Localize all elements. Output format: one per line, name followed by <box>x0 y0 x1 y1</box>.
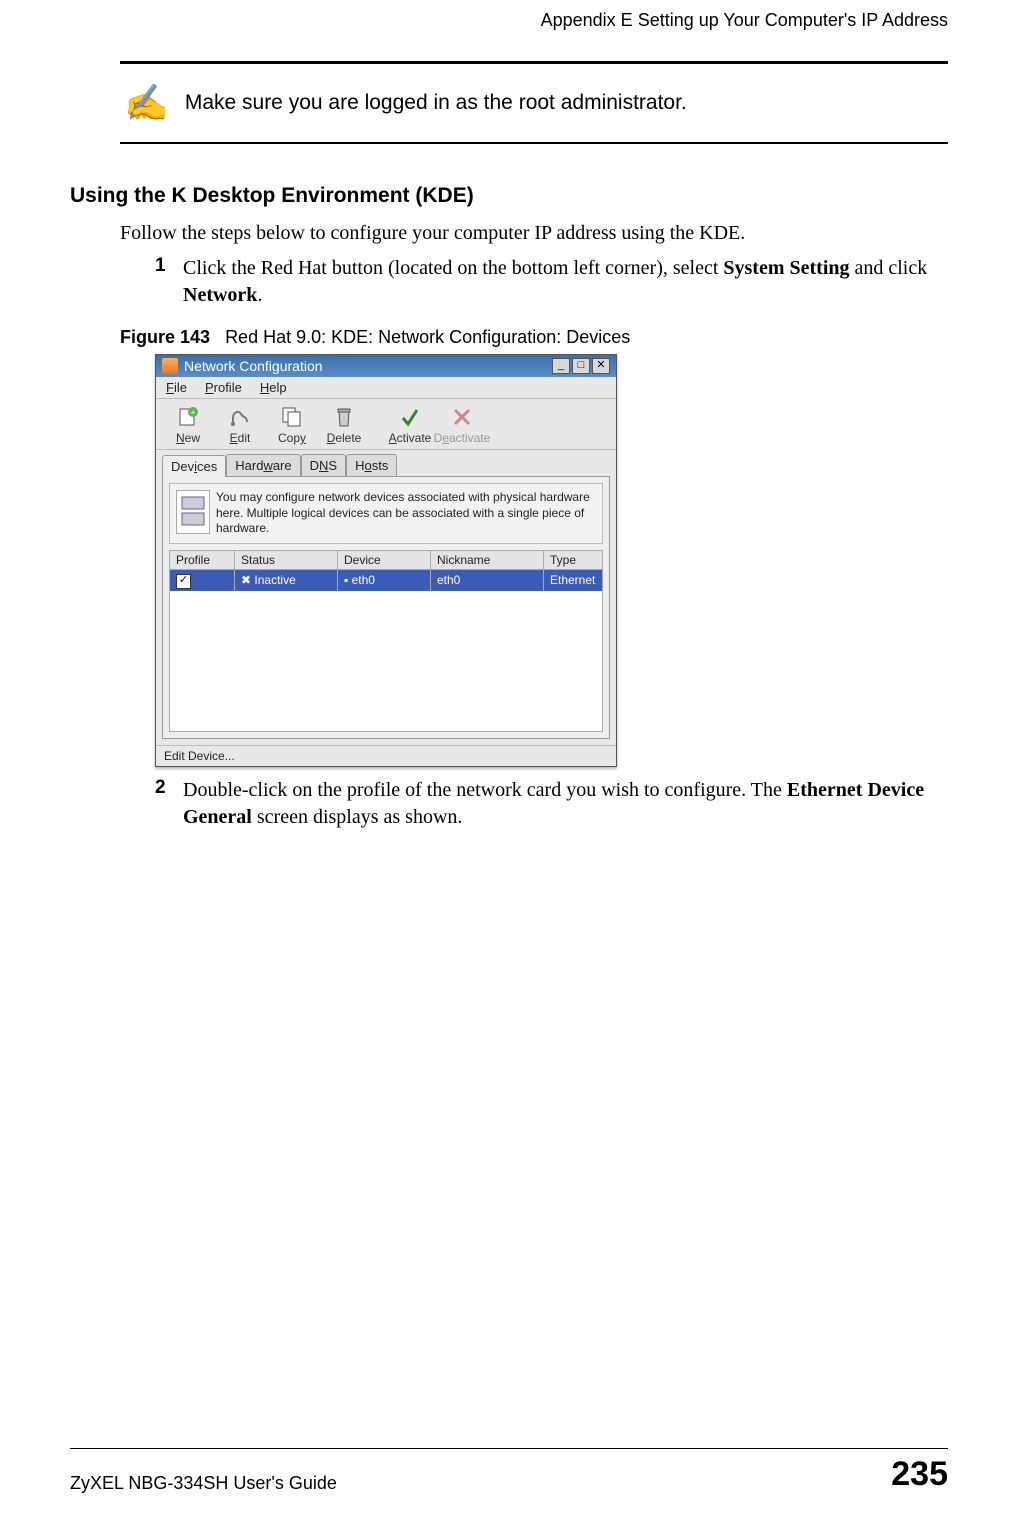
toolbar-delete[interactable]: Delete <box>318 403 370 447</box>
tab-dns[interactable]: DNS <box>301 454 346 476</box>
deactivate-icon <box>449 405 475 429</box>
statusbar: Edit Device... <box>156 745 616 766</box>
toolbar-activate[interactable]: Activate <box>384 403 436 447</box>
window-titlebar[interactable]: Network Configuration _ □ ✕ <box>156 355 616 377</box>
toolbar: + New Edit Copy Delete <box>156 399 616 450</box>
col-profile[interactable]: Profile <box>170 550 235 569</box>
step-1: 1 Click the Red Hat button (located on t… <box>155 255 948 309</box>
footer-guide-name: ZyXEL NBG-334SH User's Guide <box>70 1473 337 1494</box>
text: . <box>257 284 262 306</box>
figure-label: Figure 143 <box>120 327 210 347</box>
tab-panel-devices: You may configure network devices associ… <box>162 476 610 739</box>
col-status[interactable]: Status <box>235 550 338 569</box>
step-number: 1 <box>155 255 183 309</box>
device-table: Profile Status Device Nickname Type ✓ ✖ … <box>169 550 603 591</box>
window-title: Network Configuration <box>184 358 552 374</box>
delete-icon <box>331 405 357 429</box>
step-2-body: Double-click on the profile of the netwo… <box>183 777 948 831</box>
col-nickname[interactable]: Nickname <box>431 550 544 569</box>
toolbar-new[interactable]: + New <box>162 403 214 447</box>
menubar: File Profile Help <box>156 377 616 399</box>
figure-caption-text: Red Hat 9.0: KDE: Network Configuration:… <box>225 327 630 347</box>
note-text: Make sure you are logged in as the root … <box>185 91 687 115</box>
text: and click <box>850 257 928 279</box>
toolbar-copy[interactable]: Copy <box>266 403 318 447</box>
note-block: ✍ Make sure you are logged in as the roo… <box>120 61 948 144</box>
tab-hardware[interactable]: Hardware <box>226 454 300 476</box>
menu-profile[interactable]: Profile <box>205 380 242 395</box>
menu-file[interactable]: File <box>166 380 187 395</box>
step-2: 2 Double-click on the profile of the net… <box>155 777 948 831</box>
page-footer: ZyXEL NBG-334SH User's Guide 235 <box>70 1448 948 1494</box>
new-icon: + <box>175 405 201 429</box>
col-type[interactable]: Type <box>544 550 603 569</box>
section-intro: Follow the steps below to configure your… <box>120 222 948 245</box>
activate-icon <box>397 405 423 429</box>
toolbar-edit[interactable]: Edit <box>214 403 266 447</box>
profile-checkbox[interactable]: ✓ <box>176 574 191 589</box>
app-icon <box>162 358 178 374</box>
bold-term: System Setting <box>723 257 849 279</box>
cell-type: Ethernet <box>544 569 603 591</box>
toolbar-deactivate[interactable]: Deactivate <box>436 403 488 447</box>
device-row-eth0[interactable]: ✓ ✖ Inactive ▪ eth0 eth0 Ethernet <box>170 569 603 591</box>
copy-icon <box>279 405 305 429</box>
nic-icon <box>176 490 210 534</box>
step-number: 2 <box>155 777 183 831</box>
cell-profile[interactable]: ✓ <box>170 569 235 591</box>
col-device[interactable]: Device <box>338 550 431 569</box>
kde-network-config-window: Network Configuration _ □ ✕ File Profile… <box>155 354 617 767</box>
tabs: Devices Hardware DNS Hosts <box>156 450 616 476</box>
svg-text:+: + <box>191 408 196 417</box>
info-text: You may configure network devices associ… <box>216 490 596 537</box>
text: Double-click on the profile of the netwo… <box>183 779 787 801</box>
tab-hosts[interactable]: Hosts <box>346 454 397 476</box>
minimize-button[interactable]: _ <box>552 358 570 374</box>
cell-nickname: eth0 <box>431 569 544 591</box>
step-1-body: Click the Red Hat button (located on the… <box>183 255 948 309</box>
hand-writing-icon: ✍ <box>124 82 169 124</box>
edit-icon <box>227 405 253 429</box>
text: Click the Red Hat button (located on the… <box>183 257 723 279</box>
close-button[interactable]: ✕ <box>592 358 610 374</box>
bold-term: Network <box>183 284 257 306</box>
info-box: You may configure network devices associ… <box>169 483 603 544</box>
menu-help[interactable]: Help <box>260 380 287 395</box>
cell-device: ▪ eth0 <box>338 569 431 591</box>
maximize-button[interactable]: □ <box>572 358 590 374</box>
footer-page-number: 235 <box>891 1455 948 1494</box>
figure-caption: Figure 143 Red Hat 9.0: KDE: Network Con… <box>120 327 948 348</box>
tab-devices[interactable]: Devices <box>162 455 226 477</box>
section-heading: Using the K Desktop Environment (KDE) <box>70 184 948 208</box>
cell-status: ✖ Inactive <box>235 569 338 591</box>
device-list-empty-area[interactable] <box>169 591 603 732</box>
text: screen displays as shown. <box>252 806 463 828</box>
header-appendix-title: Appendix E Setting up Your Computer's IP… <box>70 10 948 31</box>
